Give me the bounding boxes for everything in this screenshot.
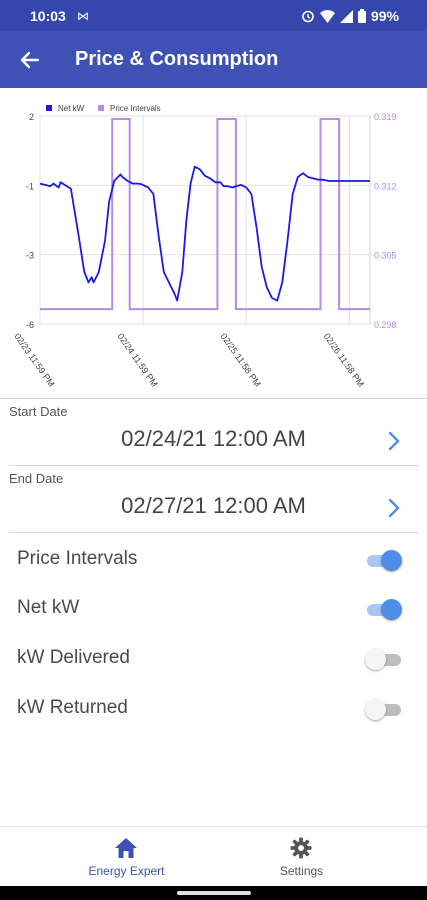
battery-icon (357, 9, 366, 23)
toggle-row-kw-returned[interactable]: kW Returned (0, 686, 427, 730)
arrow-back-icon[interactable] (14, 45, 44, 75)
chart-divider (0, 398, 427, 399)
nav-item-settings[interactable]: Settings (195, 827, 408, 887)
toggle-label: kW Delivered (17, 647, 130, 668)
y-right-tick-label: 0.298 (374, 320, 397, 330)
end-date-label: End Date (9, 471, 64, 486)
x-tick-label: 02/23 11:59 PM (12, 331, 56, 388)
x-tick-label: 02/24 11:59 PM (115, 331, 159, 388)
y-right-tick-label: 0.305 (374, 251, 397, 261)
toggle-row-kw-delivered[interactable]: kW Delivered (0, 636, 427, 680)
net-kw-switch[interactable] (367, 599, 402, 620)
switch-knob (365, 649, 386, 670)
legend-swatch-price-intervals (98, 105, 104, 111)
y-left-tick-label: -1 (26, 181, 34, 191)
field-divider (9, 532, 419, 533)
y-right-tick-label: 0.319 (374, 112, 397, 122)
kw-delivered-switch[interactable] (365, 649, 401, 670)
switch-knob (381, 550, 402, 571)
toggle-label: Price Intervals (17, 548, 138, 569)
legend-swatch-net-kw (46, 105, 52, 111)
x-tick-label: 02/26 11:58 PM (322, 331, 366, 388)
alarm-icon (302, 10, 314, 23)
chevron-right-icon[interactable] (385, 430, 403, 452)
gesture-pill[interactable] (177, 891, 251, 895)
y-left-tick-label: -3 (26, 251, 34, 261)
status-bar: 10:03 ⋈ 99% (0, 0, 427, 31)
gesture-bar (0, 886, 427, 900)
field-divider (9, 465, 419, 466)
legend-label-price-intervals: Price Intervals (110, 104, 161, 113)
price-intervals-switch[interactable] (367, 550, 402, 571)
y-left-tick-label: -6 (26, 320, 34, 330)
status-icons: 99% (301, 8, 399, 24)
home-icon (115, 838, 137, 858)
page-title: Price & Consumption (75, 48, 279, 70)
start-date-value[interactable]: 02/24/21 12:00 AM (0, 426, 427, 452)
x-tick-label: 02/25 11:58 PM (219, 331, 263, 388)
y-right-tick-label: 0.312 (374, 181, 397, 191)
start-date-label: Start Date (9, 404, 68, 419)
notification-icon: ⋈ (77, 9, 89, 23)
switch-knob (365, 699, 386, 720)
price-consumption-chart[interactable]: 2 -1 -3 -6 0.319 0.312 0.305 0.298 02/23 11:59 P… (0, 96, 427, 396)
nav-label-settings: Settings (279, 864, 324, 878)
toggle-row-net-kw[interactable]: Net kW (0, 586, 427, 630)
bottom-nav: Energy Expert Settings (0, 826, 427, 887)
toggle-label: kW Returned (17, 697, 128, 718)
toggle-row-price-intervals[interactable]: Price Intervals (0, 537, 427, 581)
legend-label-net-kw: Net kW (58, 104, 85, 113)
signal-icon (339, 9, 353, 23)
kw-returned-switch[interactable] (365, 699, 401, 720)
app-bar: Price & Consumption (0, 31, 427, 88)
chevron-right-icon[interactable] (385, 497, 403, 519)
y-left-tick-label: 2 (29, 112, 34, 122)
gear-icon (290, 837, 312, 859)
wifi-icon (319, 9, 335, 23)
battery-level: 99% (370, 8, 399, 24)
switch-knob (381, 599, 402, 620)
status-time: 10:03 (30, 8, 66, 24)
end-date-value[interactable]: 02/27/21 12:00 AM (0, 493, 427, 519)
toggle-label: Net kW (17, 597, 80, 618)
